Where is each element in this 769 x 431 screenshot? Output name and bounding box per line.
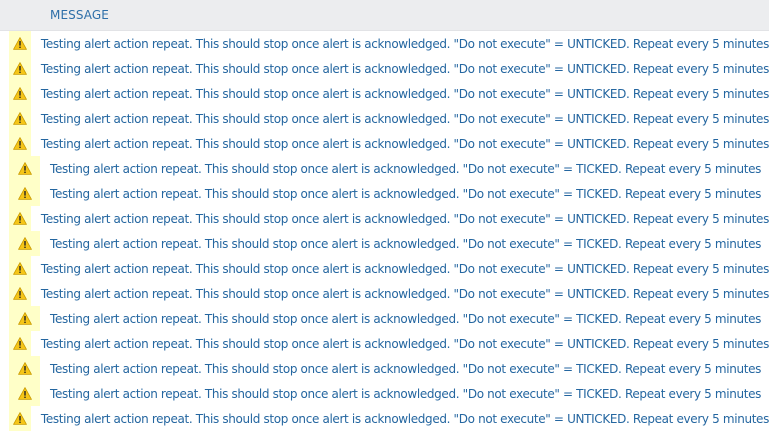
message-column-header[interactable]: MESSAGE [40, 8, 109, 22]
message-cell: Testing alert action repeat. This should… [50, 361, 762, 376]
severity-cell [9, 181, 40, 206]
severity-cell [9, 31, 31, 56]
warning-icon [13, 212, 27, 225]
severity-cell [9, 206, 31, 231]
warning-icon [13, 62, 27, 75]
severity-cell [9, 56, 31, 81]
severity-cell [9, 106, 31, 131]
warning-icon [13, 37, 27, 50]
warning-icon [17, 387, 32, 400]
warning-icon [17, 312, 32, 325]
severity-cell [9, 306, 40, 331]
warning-icon [13, 137, 27, 150]
message-cell: Testing alert action repeat. This should… [40, 286, 769, 301]
message-cell: Testing alert action repeat. This should… [40, 261, 769, 276]
severity-cell [9, 356, 40, 381]
warning-icon [13, 262, 27, 275]
table-row[interactable]: Testing alert action repeat. This should… [0, 131, 769, 156]
warning-icon [13, 112, 27, 125]
warning-icon [13, 287, 27, 300]
message-cell: Testing alert action repeat. This should… [50, 386, 762, 401]
message-cell: Testing alert action repeat. This should… [40, 211, 769, 226]
severity-cell [9, 231, 40, 256]
severity-cell [9, 131, 31, 156]
table-row[interactable]: Testing alert action repeat. This should… [0, 281, 769, 306]
severity-cell [9, 281, 31, 306]
table-header: MESSAGE [0, 0, 769, 31]
severity-cell [9, 256, 31, 281]
table-row[interactable]: Testing alert action repeat. This should… [0, 206, 769, 231]
table-row[interactable]: Testing alert action repeat. This should… [0, 231, 769, 256]
table-row[interactable]: Testing alert action repeat. This should… [0, 106, 769, 131]
table-row[interactable]: Testing alert action repeat. This should… [0, 356, 769, 381]
severity-column-header[interactable] [0, 0, 40, 30]
warning-icon [17, 162, 32, 175]
table-row[interactable]: Testing alert action repeat. This should… [0, 331, 769, 356]
message-cell: Testing alert action repeat. This should… [40, 111, 769, 126]
severity-cell [9, 406, 31, 431]
message-cell: Testing alert action repeat. This should… [50, 161, 762, 176]
message-cell: Testing alert action repeat. This should… [40, 61, 769, 76]
message-cell: Testing alert action repeat. This should… [40, 411, 769, 426]
severity-cell [9, 156, 40, 181]
warning-icon [17, 237, 32, 250]
message-cell: Testing alert action repeat. This should… [50, 311, 762, 326]
table-row[interactable]: Testing alert action repeat. This should… [0, 56, 769, 81]
table-row[interactable]: Testing alert action repeat. This should… [0, 156, 769, 181]
message-cell: Testing alert action repeat. This should… [40, 336, 769, 351]
warning-icon [17, 362, 32, 375]
table-row[interactable]: Testing alert action repeat. This should… [0, 256, 769, 281]
severity-cell [9, 331, 31, 356]
warning-icon [13, 337, 27, 350]
warning-icon [17, 187, 32, 200]
message-cell: Testing alert action repeat. This should… [40, 36, 769, 51]
severity-cell [9, 81, 31, 106]
alerts-table: MESSAGE Testing alert action repeat. Thi… [0, 0, 769, 431]
table-row[interactable]: Testing alert action repeat. This should… [0, 406, 769, 431]
severity-cell [9, 381, 40, 406]
message-cell: Testing alert action repeat. This should… [40, 86, 769, 101]
table-body: Testing alert action repeat. This should… [0, 31, 769, 431]
message-cell: Testing alert action repeat. This should… [50, 236, 762, 251]
table-row[interactable]: Testing alert action repeat. This should… [0, 306, 769, 331]
table-row[interactable]: Testing alert action repeat. This should… [0, 381, 769, 406]
warning-icon [13, 412, 27, 425]
message-cell: Testing alert action repeat. This should… [40, 136, 769, 151]
message-cell: Testing alert action repeat. This should… [50, 186, 762, 201]
table-row[interactable]: Testing alert action repeat. This should… [0, 31, 769, 56]
table-row[interactable]: Testing alert action repeat. This should… [0, 181, 769, 206]
table-row[interactable]: Testing alert action repeat. This should… [0, 81, 769, 106]
warning-icon [13, 87, 27, 100]
